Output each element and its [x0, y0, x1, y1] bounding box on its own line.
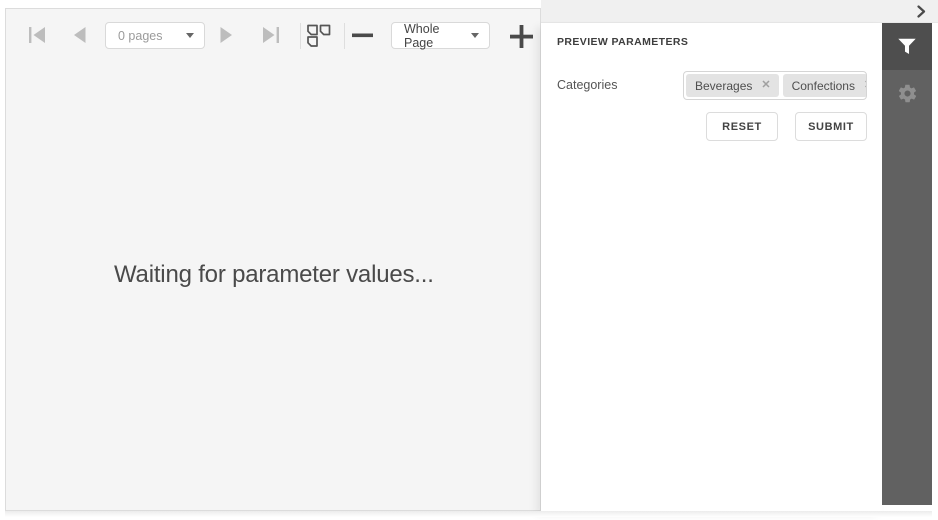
remove-tag-icon[interactable]: ✕: [864, 80, 866, 91]
last-page-button[interactable]: [260, 25, 281, 45]
last-page-icon: [263, 27, 279, 43]
previous-page-button[interactable]: [70, 25, 88, 45]
zoom-in-button[interactable]: [510, 25, 533, 48]
page-count-value: 0 pages: [118, 28, 163, 43]
next-page-icon: [220, 27, 232, 43]
zoom-out-icon: [352, 33, 373, 38]
preview-parameters-panel: PREVIEW PARAMETERS Categories Beverages …: [541, 23, 882, 511]
zoom-out-button[interactable]: [352, 33, 373, 38]
chevron-down-icon: [471, 33, 479, 38]
chevron-right-icon: [916, 5, 925, 18]
gear-icon: [898, 84, 916, 103]
page-count-select[interactable]: 0 pages: [105, 22, 205, 49]
filter-icon: [898, 38, 916, 55]
multi-page-view-icon: [307, 24, 331, 47]
multi-page-view-button[interactable]: [306, 24, 332, 48]
bottom-shadow: [5, 511, 932, 517]
first-page-icon: [29, 27, 45, 43]
tag-label: Confections: [791, 78, 855, 93]
toolbar-separator: [300, 23, 301, 49]
side-rail: [882, 23, 932, 505]
reset-button[interactable]: RESET: [706, 112, 778, 141]
categories-multiselect[interactable]: Beverages ✕ Confections ✕: [683, 71, 867, 100]
previous-page-icon: [74, 27, 86, 43]
tag-beverages: Beverages ✕: [686, 74, 779, 97]
categories-label: Categories: [557, 78, 618, 92]
toolbar-separator: [344, 23, 345, 49]
tag-confections: Confections ✕: [782, 74, 866, 97]
remove-tag-icon[interactable]: ✕: [761, 80, 770, 91]
zoom-level-select[interactable]: Whole Page: [391, 21, 490, 50]
rail-item-settings[interactable]: [882, 70, 932, 117]
rail-item-parameters[interactable]: [882, 23, 932, 70]
collapse-parameters-button[interactable]: [912, 3, 930, 20]
first-page-button[interactable]: [27, 25, 48, 45]
report-viewer: 0 pages Whole Page Waiting for parameter…: [0, 0, 938, 520]
panel-title: PREVIEW PARAMETERS: [557, 36, 689, 48]
chevron-down-icon: [186, 33, 194, 38]
splitter-bar: [541, 0, 938, 23]
next-page-button[interactable]: [218, 25, 236, 45]
waiting-message: Waiting for parameter values...: [114, 261, 434, 288]
zoom-in-icon: [510, 25, 533, 48]
document-area: 0 pages Whole Page Waiting for parameter…: [5, 8, 541, 511]
submit-button[interactable]: SUBMIT: [795, 112, 867, 141]
zoom-level-value: Whole Page: [404, 21, 440, 50]
tag-label: Beverages: [695, 78, 753, 93]
